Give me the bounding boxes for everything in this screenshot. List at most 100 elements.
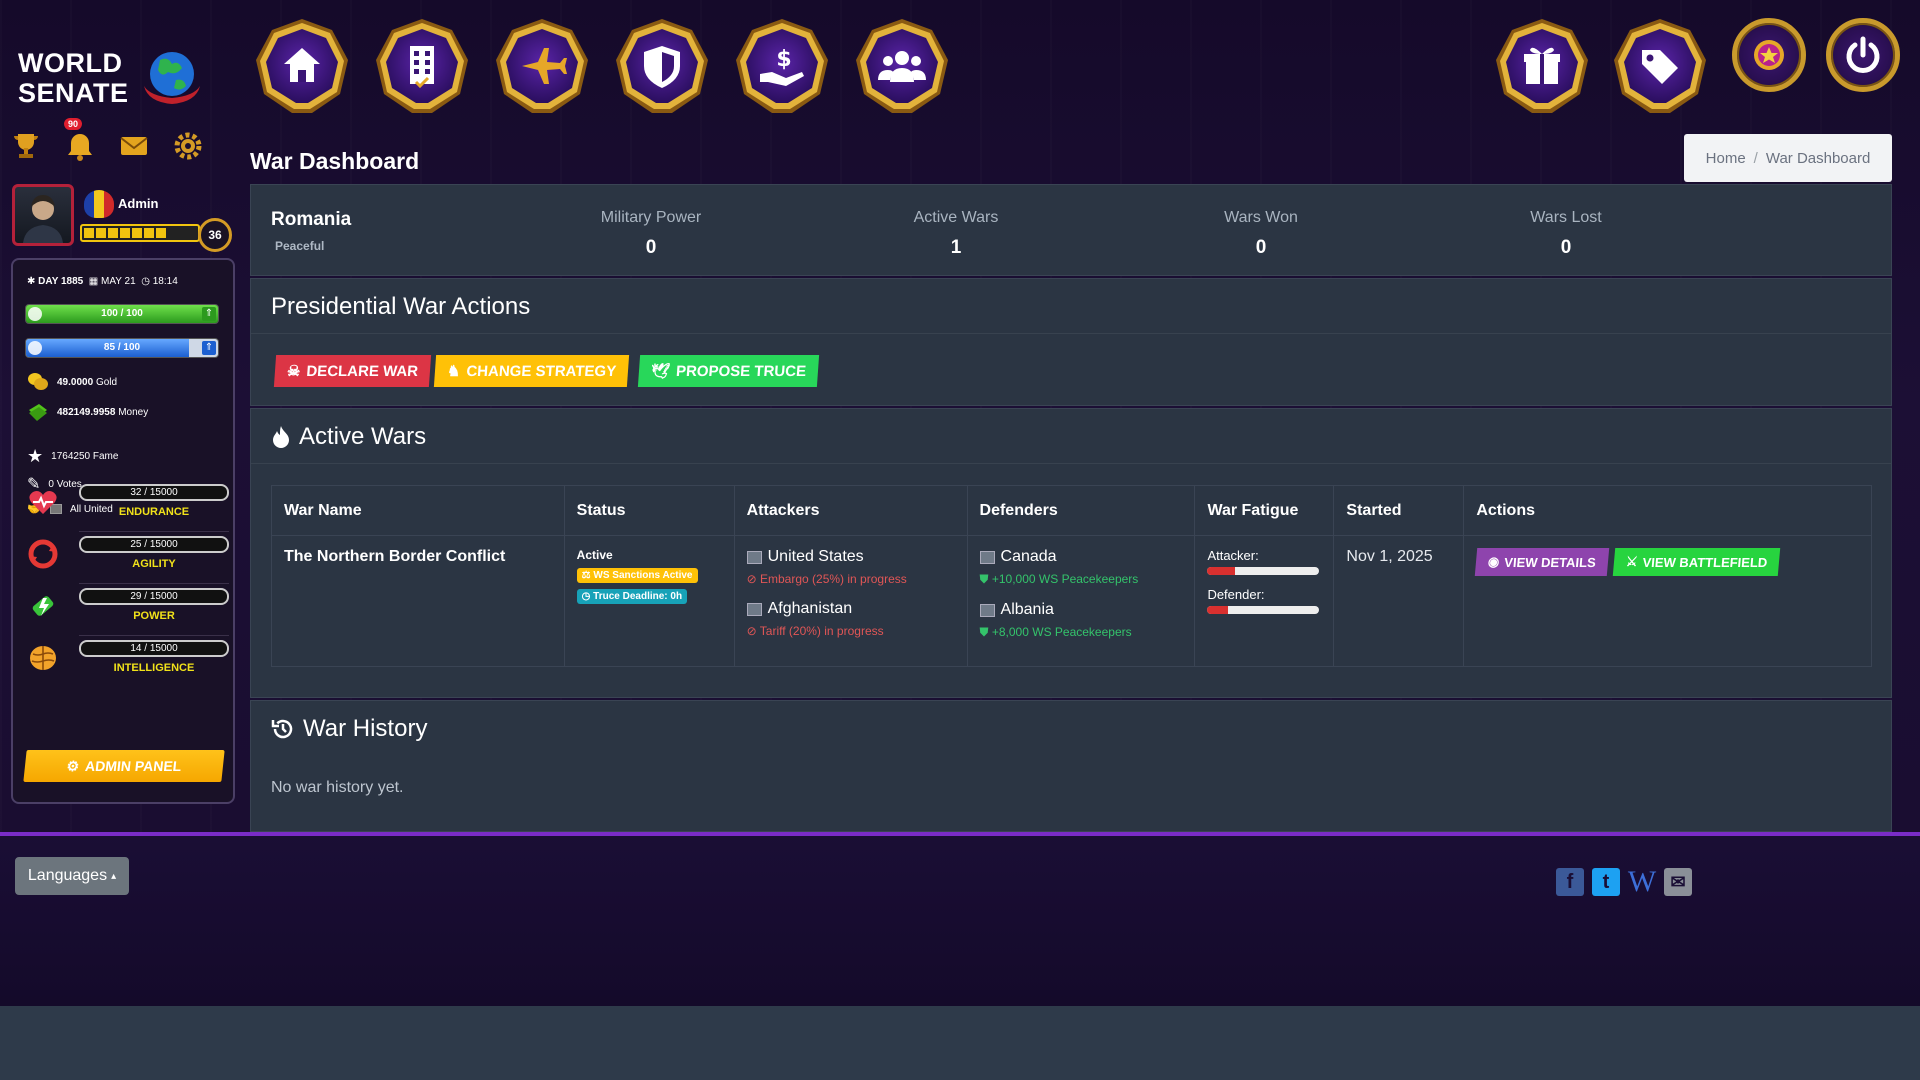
view-battlefield-button[interactable]: ⚔ VIEW BATTLEFIELD bbox=[1612, 548, 1781, 576]
war-status: Active bbox=[576, 548, 613, 562]
attacker-fatigue-fill bbox=[1207, 567, 1236, 575]
declare-war-button[interactable]: ☠ DECLARE WAR bbox=[273, 355, 432, 387]
trophy-icon[interactable] bbox=[8, 128, 44, 164]
breadcrumb-current: War Dashboard bbox=[1765, 149, 1871, 167]
metric-label: Wars Won bbox=[1224, 209, 1298, 226]
attacker-fatigue-label: Attacker: bbox=[1207, 548, 1259, 563]
page-title: War Dashboard bbox=[250, 148, 420, 174]
sanction-note: ⊘ Embargo (25%) in progress bbox=[746, 572, 907, 586]
nav-tags-button[interactable] bbox=[1610, 16, 1710, 116]
energy-refill-icon[interactable]: ⇑ bbox=[202, 341, 216, 355]
stat-endurance: 32 / 15000 ENDURANCE bbox=[23, 482, 229, 532]
premium-star-button[interactable] bbox=[1732, 18, 1806, 92]
active-wars-title: Active Wars bbox=[299, 423, 427, 450]
metric-label: Wars Lost bbox=[1530, 209, 1602, 226]
nav-shield-button[interactable] bbox=[612, 16, 712, 116]
war-name[interactable]: The Northern Border Conflict bbox=[284, 548, 552, 566]
logo-line-2: SENATE bbox=[18, 78, 129, 108]
player-profile: Admin 36 bbox=[12, 184, 234, 252]
admin-panel-button[interactable]: ⚙ ADMIN PANEL bbox=[23, 750, 225, 782]
bell-icon[interactable] bbox=[62, 128, 98, 164]
peacekeeper-note: ⛊ +10,000 WS Peacekeepers bbox=[979, 572, 1139, 586]
country-name: United States bbox=[767, 548, 864, 565]
column-header-actions: Actions bbox=[1463, 485, 1872, 536]
nav-city-button[interactable] bbox=[372, 16, 472, 116]
skull-crossbones-icon: ☠ bbox=[286, 363, 302, 380]
settings-gear-icon[interactable] bbox=[170, 128, 206, 164]
wikipedia-icon[interactable]: W bbox=[1628, 865, 1656, 898]
war-history-header: War History bbox=[271, 715, 427, 743]
money-value: 482149.9958 bbox=[57, 406, 116, 418]
stat-label: INTELLIGENCE bbox=[113, 662, 195, 674]
stat-divider bbox=[79, 531, 229, 532]
mail-icon[interactable] bbox=[116, 128, 152, 164]
ban-icon: ⊘ bbox=[746, 624, 757, 638]
breadcrumb-separator: / bbox=[1753, 149, 1758, 167]
gold-label: Gold bbox=[95, 376, 118, 388]
world-senate-logo[interactable]: WORLD SENATE bbox=[18, 42, 208, 112]
languages-dropdown-button[interactable]: Languages ▴ bbox=[15, 857, 129, 895]
stat-agility: 25 / 15000 AGILITY bbox=[23, 534, 229, 584]
column-header-status: Status bbox=[563, 485, 735, 536]
propose-truce-label: PROPOSE TRUCE bbox=[675, 362, 807, 380]
column-header-war-name: War Name bbox=[271, 485, 565, 536]
health-bar: 100 / 100 ⇑ bbox=[25, 304, 219, 324]
logo-line-1: WORLD bbox=[18, 48, 123, 78]
country-entry[interactable]: Canada bbox=[979, 548, 1183, 566]
metric-value: 0 bbox=[1560, 237, 1572, 258]
mail-icon[interactable]: ✉ bbox=[1664, 868, 1692, 896]
money-label: Money bbox=[118, 406, 149, 418]
calendar-icon: ▦ bbox=[88, 276, 99, 287]
section-divider bbox=[251, 333, 1891, 334]
notification-count-badge: 90 bbox=[64, 118, 83, 130]
nav-gift-button[interactable] bbox=[1492, 16, 1592, 116]
war-history-title: War History bbox=[303, 715, 428, 742]
shield-small-icon: ⛊ bbox=[979, 625, 989, 639]
section-divider bbox=[251, 463, 1891, 464]
truce-deadline-badge: ◷ Truce Deadline: 0h bbox=[576, 589, 688, 604]
nav-home-button[interactable] bbox=[252, 16, 352, 116]
health-value: 100 / 100 bbox=[101, 308, 143, 319]
experience-fill bbox=[84, 228, 168, 238]
logout-power-button[interactable] bbox=[1826, 18, 1900, 92]
history-icon bbox=[271, 719, 293, 739]
metric-value: 0 bbox=[645, 237, 657, 258]
stat-intelligence: 14 / 15000 INTELLIGENCE bbox=[23, 638, 229, 688]
game-time: 18:14 bbox=[152, 276, 178, 287]
breadcrumb-home-link[interactable]: Home bbox=[1706, 150, 1746, 167]
active-wars-header: Active Wars bbox=[271, 423, 426, 451]
country-entry[interactable]: Afghanistan bbox=[746, 600, 955, 618]
power-icon bbox=[27, 590, 59, 622]
propose-truce-button[interactable]: 🕊 PROPOSE TRUCE bbox=[637, 355, 820, 387]
metric-value: 1 bbox=[950, 237, 962, 258]
nav-people-button[interactable] bbox=[852, 16, 952, 116]
change-strategy-button[interactable]: ♞ CHANGE STRATEGY bbox=[433, 355, 630, 387]
country-entry[interactable]: Albania bbox=[979, 601, 1183, 619]
metric-active-wars: Active Wars 1 bbox=[806, 209, 1106, 259]
nav-economy-hand-button[interactable]: $ bbox=[732, 16, 832, 116]
country-entry[interactable]: United States bbox=[746, 548, 955, 566]
military-jet-icon bbox=[496, 19, 588, 113]
star-icon: ★ bbox=[27, 446, 44, 466]
defender-fatigue-bar bbox=[1207, 606, 1320, 614]
stat-value: 29 / 15000 bbox=[79, 588, 229, 605]
table-header-row: War Name Status Attackers Defenders War Fati… bbox=[271, 485, 1872, 536]
game-clock: ✱ DAY 1885 ▦ MAY 21 ◷ 18:14 bbox=[27, 276, 178, 287]
sanction-note: ⊘ Tariff (20%) in progress bbox=[746, 624, 884, 638]
view-details-button[interactable]: ◉ VIEW DETAILS bbox=[1475, 548, 1610, 576]
tags-icon bbox=[1614, 19, 1706, 113]
stat-label: POWER bbox=[133, 610, 175, 622]
nav-military-jet-button[interactable] bbox=[492, 16, 592, 116]
shield-small-icon: ⛊ bbox=[979, 572, 989, 586]
dove-icon: 🕊 bbox=[650, 363, 671, 380]
facebook-icon[interactable]: f bbox=[1556, 868, 1584, 896]
health-refill-icon[interactable]: ⇑ bbox=[202, 307, 216, 321]
column-header-started: Started bbox=[1333, 485, 1465, 536]
player-level-badge: 36 bbox=[198, 218, 232, 252]
metric-label: Military Power bbox=[600, 209, 702, 226]
status-cell: Active ⚖ WS Sanctions Active ◷ Truce Deadl… bbox=[563, 535, 735, 667]
avatar[interactable] bbox=[12, 184, 74, 246]
flag-image bbox=[746, 602, 762, 616]
experience-bar bbox=[80, 224, 200, 242]
twitter-icon[interactable]: t bbox=[1592, 868, 1620, 896]
